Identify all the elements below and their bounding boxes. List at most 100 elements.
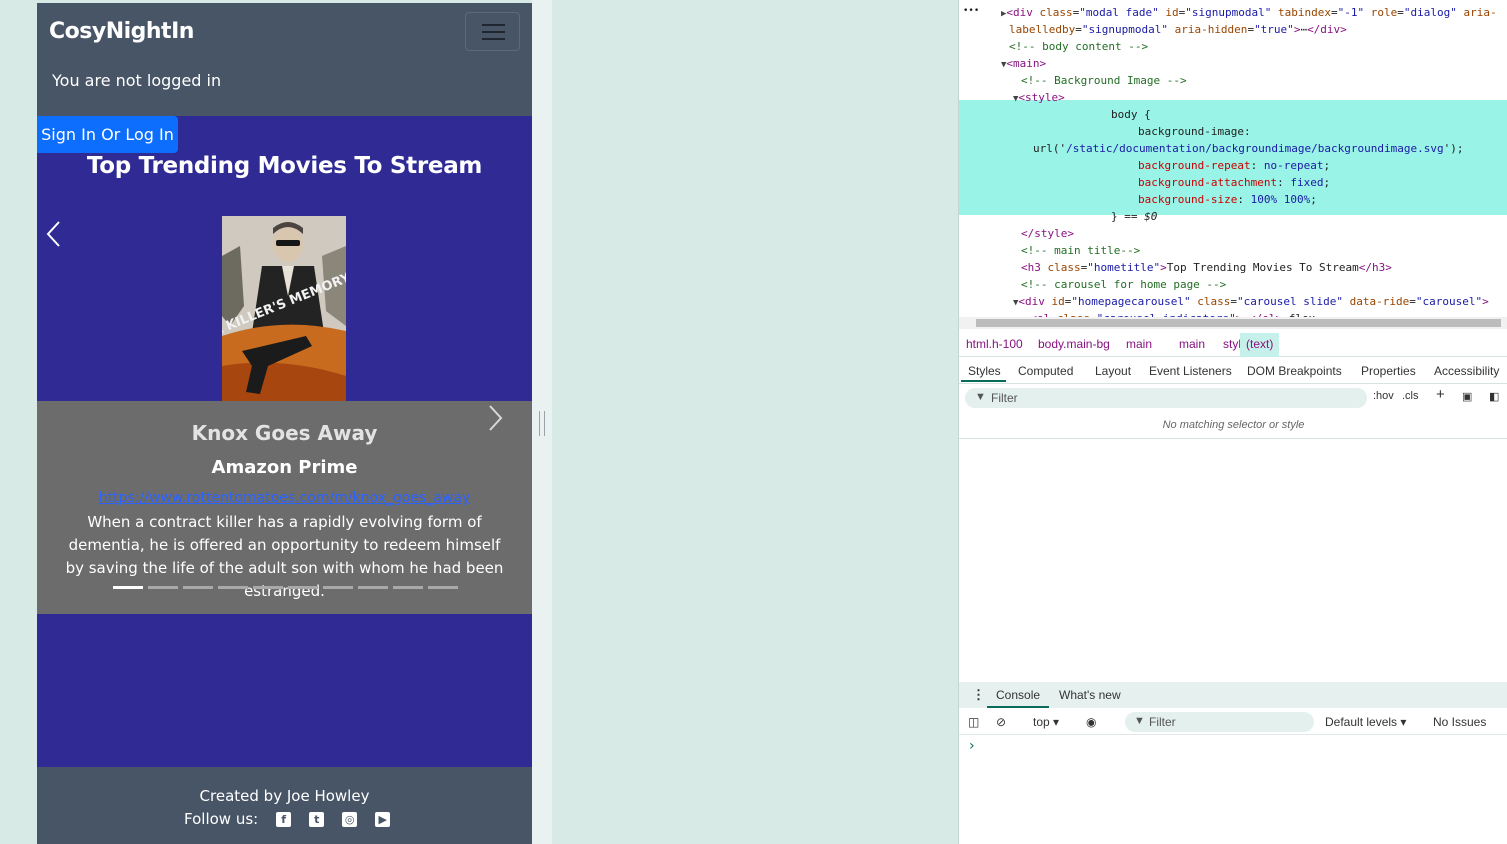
horizontal-scrollbar[interactable] (959, 317, 1507, 329)
dom-tree-line[interactable]: url('/static/documentation/backgroundima… (1033, 140, 1464, 157)
tab-layout[interactable]: Layout (1095, 364, 1131, 378)
context-select[interactable]: top ▾ (1033, 715, 1059, 729)
dom-tree-line[interactable]: <!-- main title--> (1021, 242, 1140, 259)
issues-counter[interactable]: No Issues (1433, 715, 1486, 729)
hamburger-icon-bar (482, 31, 505, 33)
poster-image: A KILLER'S MEMORY (222, 216, 346, 402)
console-toolbar: ◫ ⊘ top ▾ ◉ ▼ Filter Default levels ▾ No… (959, 710, 1507, 735)
resize-handle[interactable] (539, 411, 545, 436)
cls-toggle[interactable]: .cls (1402, 390, 1419, 402)
tab-accessibility[interactable]: Accessibility (1434, 364, 1499, 378)
breadcrumb-item[interactable]: html.h-100 (966, 337, 1023, 351)
dom-tree-line[interactable]: ▶<div class="modal fade" id="signupmodal… (1001, 4, 1497, 21)
filter-placeholder: Filter (991, 391, 1018, 405)
log-levels-select[interactable]: Default levels ▾ (1325, 715, 1406, 729)
carousel-indicator[interactable] (323, 586, 353, 589)
filter-icon: ▼ (975, 391, 986, 403)
new-rule-plus-icon[interactable]: + (1436, 386, 1445, 403)
movie-platform: Amazon Prime (211, 457, 358, 478)
breadcrumb-item[interactable]: main (1179, 337, 1205, 351)
carousel-indicator[interactable] (288, 586, 318, 589)
paint-brush-icon[interactable]: ▣ (1462, 390, 1472, 403)
movie-title: Knox Goes Away (191, 421, 378, 445)
hov-toggle[interactable]: :hov (1373, 390, 1394, 402)
facebook-icon[interactable]: f (276, 811, 292, 827)
twitter-icon[interactable]: t (309, 811, 325, 827)
styles-tab-bar: Styles Computed Layout Event Listeners DOM B… (959, 358, 1507, 384)
tab-whats-new[interactable]: What's new (1059, 688, 1121, 702)
carousel-indicator[interactable] (253, 586, 283, 589)
console-filter-placeholder: Filter (1149, 715, 1176, 729)
movie-review-link[interactable]: https://www.rottentomatoes.com/m/knox_go… (37, 490, 532, 506)
instagram-icon[interactable]: ◎ (342, 811, 358, 827)
footer-credit: Created by Joe Howley (199, 787, 370, 805)
kebab-menu-icon[interactable]: ⋮ (972, 687, 985, 703)
page-title: Top Trending Movies To Stream (86, 153, 483, 179)
social-links: Follow us: f t ◎ ▶ (184, 810, 408, 828)
dom-tree-line[interactable]: background-size: 100% 100%; (1138, 191, 1317, 208)
ellipsis-icon[interactable]: ••• (963, 3, 979, 20)
dom-tree-line[interactable]: ▼<div id="homepagecarousel" class="carou… (1013, 293, 1489, 310)
styles-filter-row: ▼ Filter :hov .cls + ▣ ◧ (959, 385, 1507, 411)
carousel-indicators (113, 586, 458, 589)
brand-logo[interactable]: CosyNightIn (49, 19, 194, 44)
clear-console-icon[interactable]: ⊘ (996, 715, 1006, 729)
movie-description: When a contract killer has a rapidly evo… (65, 513, 504, 600)
carousel-indicator[interactable] (428, 586, 458, 589)
tab-styles[interactable]: Styles (968, 364, 1001, 378)
levels-value: Default levels (1325, 715, 1398, 729)
carousel-next-chevron-icon[interactable] (485, 403, 505, 433)
youtube-icon[interactable]: ▶ (375, 811, 391, 827)
tab-properties[interactable]: Properties (1361, 364, 1416, 378)
dom-tree-line[interactable]: background-image: (1138, 123, 1251, 140)
dom-tree-line[interactable]: background-attachment: fixed; (1138, 174, 1330, 191)
styles-filter-input[interactable]: ▼ Filter (965, 388, 1367, 408)
carousel-indicator[interactable] (358, 586, 388, 589)
console-filter-input[interactable]: ▼ Filter (1125, 712, 1314, 732)
carousel-indicator[interactable] (183, 586, 213, 589)
navbar-toggler-button[interactable] (465, 12, 520, 51)
carousel-indicator[interactable] (148, 586, 178, 589)
dom-tree-line[interactable]: body { (1111, 106, 1151, 123)
dom-tree-line[interactable]: ▼<main> (1001, 55, 1046, 72)
breadcrumb-item[interactable]: main (1126, 337, 1152, 351)
filter-icon: ▼ (1134, 715, 1145, 727)
devtools-panel: ••• ▶<div class="modal fade" id="signupm… (958, 0, 1507, 844)
breadcrumb-item[interactable]: body.main-bg (1038, 337, 1110, 351)
navbar: CosyNightIn You are not logged in (37, 3, 532, 116)
context-value: top (1033, 715, 1050, 729)
footer: Created by Joe Howley Follow us: f t ◎ ▶ (37, 767, 532, 844)
tab-event-listeners[interactable]: Event Listeners (1149, 364, 1232, 378)
dom-tree-line[interactable]: <!-- carousel for home page --> (1021, 276, 1226, 293)
dom-tree-line[interactable]: <!-- body content --> (1009, 38, 1148, 55)
dom-tree-line[interactable]: <!-- Background Image --> (1021, 72, 1187, 89)
breadcrumb-item-active[interactable]: (text) (1240, 333, 1280, 357)
dom-tree-line[interactable]: } == $0 (1111, 208, 1157, 225)
carousel-indicator[interactable] (393, 586, 423, 589)
dom-tree-line[interactable]: </style> (1021, 225, 1074, 242)
tab-console[interactable]: Console (996, 688, 1040, 702)
tab-computed[interactable]: Computed (1018, 364, 1073, 378)
dom-tree-line[interactable]: ▼<style> (1013, 89, 1065, 106)
dom-tree-line[interactable]: <h3 class="hometitle">Top Trending Movie… (1021, 259, 1392, 276)
sidebar-toggle-icon[interactable]: ◧ (1489, 390, 1499, 403)
carousel-indicator[interactable] (218, 586, 248, 589)
hamburger-icon-bar (482, 38, 505, 40)
carousel-indicator[interactable] (113, 586, 143, 589)
sign-in-button[interactable]: Sign In Or Log In (37, 116, 178, 153)
tab-dom-breakpoints[interactable]: DOM Breakpoints (1247, 364, 1342, 378)
drawer-header: ⋮ Console What's new (959, 682, 1507, 708)
console-sidebar-icon[interactable]: ◫ (968, 715, 979, 729)
mobile-viewport: CosyNightIn You are not logged in Sign I… (37, 3, 532, 844)
dom-tree-line[interactable]: background-repeat: no-repeat; (1138, 157, 1330, 174)
breadcrumb: html.h-100 body.main-bg main main style (text… (959, 333, 1507, 357)
scrollbar-thumb[interactable] (976, 319, 1501, 327)
live-expression-eye-icon[interactable]: ◉ (1086, 715, 1096, 729)
carousel-prev-chevron-icon[interactable] (45, 219, 65, 249)
dom-tree-line[interactable]: labelledby="signupmodal" aria-hidden="tr… (1009, 21, 1347, 38)
movie-carousel: A KILLER'S MEMORY Knox Goes Away Amazon … (37, 203, 532, 614)
carousel-caption: Knox Goes Away Amazon Prime https://www.… (37, 401, 532, 614)
console-prompt[interactable]: › (969, 738, 975, 754)
login-status-text: You are not logged in (52, 71, 222, 90)
hamburger-icon (482, 24, 505, 26)
